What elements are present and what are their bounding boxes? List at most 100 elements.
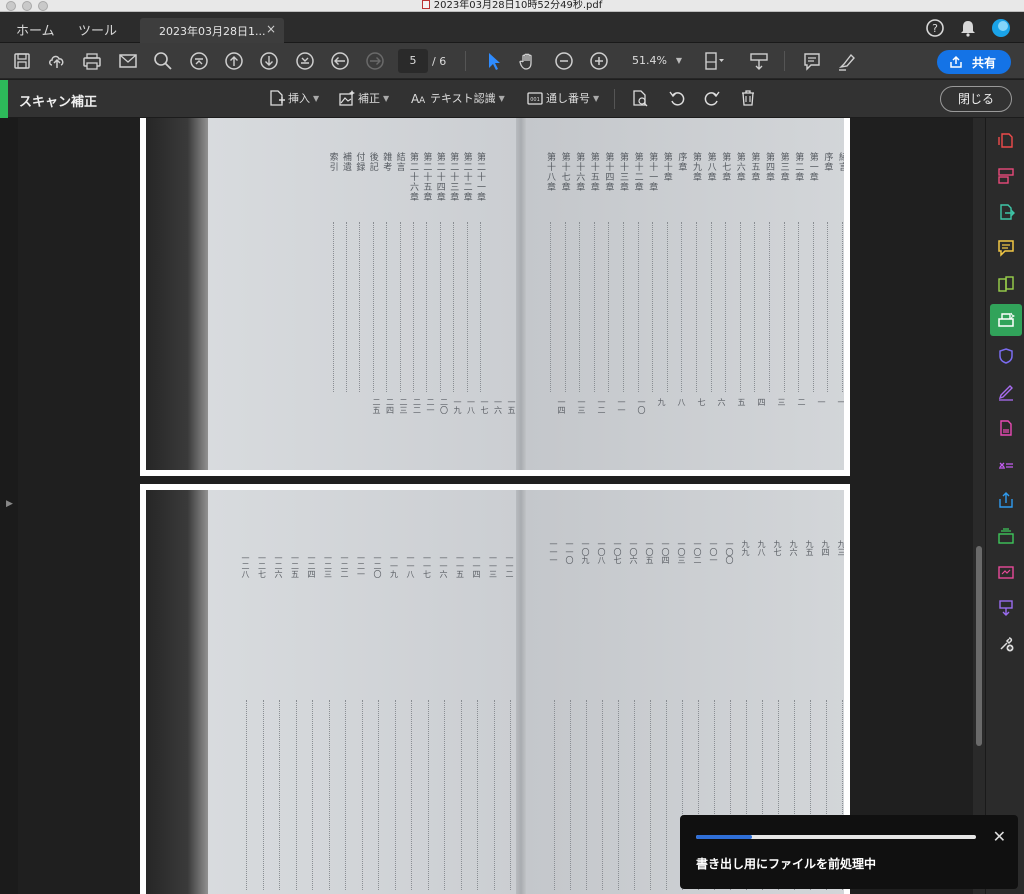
rotate-left-button[interactable] — [668, 89, 686, 111]
scroll-mode-icon[interactable] — [748, 50, 770, 72]
toc-page-number: 二五 — [372, 398, 381, 414]
redact-tool[interactable] — [990, 448, 1022, 480]
toc-page-number: 一二六 — [274, 554, 283, 578]
toast-message: 書き出し用にファイルを前処理中 — [696, 857, 877, 871]
toc-entry: 第四章 — [764, 152, 774, 182]
export-pdf-tool[interactable] — [990, 196, 1022, 228]
toc-page-number: 九 — [657, 398, 666, 406]
close-toast-button[interactable]: ✕ — [993, 827, 1006, 846]
toc-page-number: 一 — [817, 398, 826, 406]
zoom-in-icon[interactable] — [588, 50, 610, 72]
share-file-tool[interactable] — [990, 484, 1022, 516]
toc-page-number: 一二四 — [307, 554, 316, 578]
comment-icon[interactable] — [801, 50, 823, 72]
leader-dots — [359, 222, 361, 392]
scan-enhance-tool[interactable] — [990, 304, 1022, 336]
fill-sign-tool[interactable] — [990, 376, 1022, 408]
save-icon[interactable] — [11, 50, 33, 72]
previous-page-icon[interactable] — [223, 50, 245, 72]
crop-page-button[interactable] — [631, 89, 649, 111]
bates-numbering-button[interactable]: 001 通し番号 ▼ — [526, 89, 599, 111]
delete-page-button[interactable] — [739, 89, 757, 111]
tab-home[interactable]: ホーム — [16, 20, 55, 39]
share-button[interactable]: 共有 — [937, 50, 1011, 74]
toc-page-number: 一一 — [617, 398, 626, 414]
share-icon — [950, 55, 962, 68]
toc-entry: 第十一章 — [647, 152, 658, 192]
rotate-right-button[interactable] — [703, 89, 721, 111]
upload-cloud-icon[interactable] — [46, 50, 68, 72]
toc-entry: 索引 — [327, 152, 338, 172]
scan-shadow — [146, 490, 210, 894]
toc-page-number: 一一四 — [472, 554, 481, 578]
back-icon[interactable] — [329, 50, 351, 72]
leader-dots — [246, 700, 247, 890]
create-pdf-tool[interactable] — [990, 124, 1022, 156]
toc-page-number: 二一 — [426, 398, 435, 414]
toc-page-number: 一〇〇 — [725, 540, 734, 564]
next-page-icon[interactable] — [258, 50, 280, 72]
share-label: 共有 — [972, 56, 997, 70]
leader-dots — [623, 222, 624, 392]
vertical-scrollbar[interactable] — [973, 118, 985, 894]
page-number-input[interactable]: 5 — [398, 49, 428, 73]
more-tools[interactable] — [990, 628, 1022, 660]
comment-tool[interactable] — [990, 232, 1022, 264]
close-tab-button[interactable]: × — [266, 22, 276, 36]
ocr-label: テキスト認識 — [430, 92, 496, 105]
expand-panel-icon[interactable]: ▶ — [6, 499, 13, 509]
svg-text:001: 001 — [530, 97, 540, 103]
document-viewport[interactable]: 緒言 序章 第一章 第二章 第三章 第四章 第五章 第六章 第七章 第八章 第九章 序章 第十章 第十一章… — [18, 118, 973, 894]
right-tools-panel — [985, 118, 1024, 894]
select-cursor-icon[interactable] — [483, 50, 505, 72]
tab-document[interactable]: 2023年03月28日1... × — [140, 18, 284, 43]
combine-files-tool[interactable] — [990, 592, 1022, 624]
stamp-tool[interactable] — [990, 520, 1022, 552]
toc-page-number: 九九 — [741, 540, 750, 556]
progress-bar — [696, 835, 976, 839]
enhance-menu-button[interactable]: 補正 ▼ — [338, 89, 389, 111]
toc-page-number: 一〇七 — [613, 540, 622, 564]
hand-tool-icon[interactable] — [517, 50, 539, 72]
leader-dots — [399, 222, 401, 392]
scanned-spread: 緒言 序章 第一章 第二章 第三章 第四章 第五章 第六章 第七章 第八章 第九章 序章 第十章 第十一章… — [146, 118, 844, 470]
toc-entry: 第二十三章 — [448, 152, 459, 202]
leader-dots — [346, 222, 347, 392]
ocr-menu-button[interactable]: A A テキスト認識 ▼ — [410, 89, 505, 111]
toc-entry: 第十八章 — [545, 152, 555, 192]
help-icon[interactable]: ? — [925, 18, 945, 38]
tab-tools[interactable]: ツール — [78, 20, 117, 39]
print-icon[interactable] — [81, 50, 103, 72]
toc-page-number: 一〇二 — [693, 540, 702, 564]
toc-entry: 第十七章 — [559, 152, 570, 192]
scrollbar-thumb[interactable] — [976, 546, 982, 746]
highlight-pen-icon[interactable] — [836, 50, 858, 72]
toc-entry: 緒言 — [837, 152, 844, 172]
search-icon[interactable] — [152, 50, 174, 72]
toolbar-divider — [614, 89, 615, 109]
toc-page-number: 一〇六 — [629, 540, 638, 564]
first-page-icon[interactable] — [188, 50, 210, 72]
insert-menu-button[interactable]: 挿入 ▼ — [268, 89, 319, 111]
notification-bell-icon[interactable] — [958, 18, 978, 38]
page-layout-icon[interactable] — [702, 50, 724, 72]
window-titlebar: 2023年03月28日10時52分49秒.pdf — [0, 0, 1024, 12]
edit-pdf-tool[interactable] — [990, 412, 1022, 444]
pdf-page-5: 緒言 序章 第一章 第二章 第三章 第四章 第五章 第六章 第七章 第八章 第九章 序章 第十章 第十一章… — [140, 118, 850, 476]
export-pdf-icon — [1000, 204, 1015, 220]
toc-page-number: 一〇五 — [645, 540, 654, 564]
last-page-icon[interactable] — [294, 50, 316, 72]
account-avatar[interactable] — [991, 18, 1011, 38]
optimize-pdf-tool[interactable] — [990, 556, 1022, 588]
zoom-level-select[interactable]: 51.4% ▼ — [622, 49, 688, 73]
email-icon[interactable] — [117, 50, 139, 72]
protect-tool[interactable] — [990, 340, 1022, 372]
organize-pages-tool[interactable] — [990, 160, 1022, 192]
toolbar-divider — [465, 51, 466, 71]
leader-dots — [666, 222, 668, 392]
zoom-out-icon[interactable] — [553, 50, 575, 72]
leader-dots — [394, 700, 396, 890]
compare-files-tool[interactable] — [990, 268, 1022, 300]
toc-entry: 第八章 — [705, 152, 716, 182]
close-tool-button[interactable]: 閉じる — [940, 86, 1012, 112]
